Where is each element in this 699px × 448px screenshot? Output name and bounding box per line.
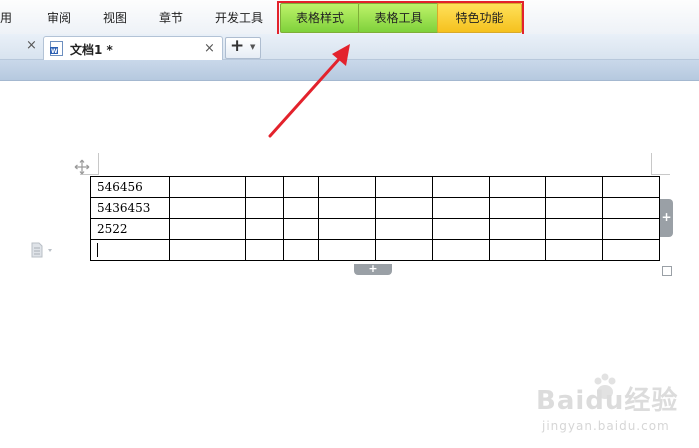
table-cell[interactable] <box>375 176 433 198</box>
document-tab-title: 文档1 * <box>70 43 113 57</box>
table-cell[interactable] <box>489 218 546 240</box>
menu-item-partial[interactable]: 用 <box>0 9 12 26</box>
table-cell[interactable] <box>169 239 246 261</box>
table-cell[interactable] <box>602 176 660 198</box>
table-cell[interactable] <box>169 197 246 219</box>
table-row: 546456 <box>90 176 660 198</box>
table-cell[interactable] <box>489 197 546 219</box>
table-cell[interactable] <box>318 239 376 261</box>
table-cell[interactable] <box>283 197 319 219</box>
new-tab-button[interactable]: + ▼ <box>225 36 261 59</box>
table-cell[interactable] <box>602 197 660 219</box>
table-cell[interactable] <box>245 176 284 198</box>
page-corner-mark <box>651 153 652 175</box>
table-cell[interactable] <box>602 239 660 261</box>
table-cell[interactable] <box>169 176 246 198</box>
menu-item-view[interactable]: 视图 <box>103 9 127 26</box>
tab-table-style[interactable]: 表格样式 <box>280 3 360 33</box>
table-cell[interactable] <box>245 197 284 219</box>
table-cell[interactable] <box>545 176 603 198</box>
table-cell[interactable] <box>375 218 433 240</box>
table-cell[interactable] <box>318 197 376 219</box>
table-row: 5436453 <box>90 197 660 219</box>
paragraph-layout-icon[interactable] <box>30 242 56 258</box>
table-move-icon[interactable] <box>74 159 90 175</box>
menu-item-developer-tools[interactable]: 开发工具 <box>215 9 263 26</box>
table-cell[interactable] <box>245 218 284 240</box>
table-cell[interactable] <box>545 218 603 240</box>
table-cell[interactable] <box>545 197 603 219</box>
ribbon-menubar: 用 审阅 视图 章节 开发工具 表格样式 表格工具 特色功能 <box>0 0 699 35</box>
table-cell[interactable] <box>283 218 319 240</box>
table-row: 2522 <box>90 218 660 240</box>
data-table: 546456 5436453 2522 <box>90 176 660 261</box>
table-cell[interactable] <box>375 197 433 219</box>
word-document-icon: W <box>50 41 63 56</box>
table-resize-handle[interactable] <box>662 266 672 276</box>
page-corner-mark <box>98 153 99 175</box>
table-cell[interactable]: 546456 <box>90 176 170 198</box>
watermark-brand: Baidu经验 <box>536 386 679 416</box>
table-cell[interactable] <box>489 239 546 261</box>
baidu-watermark: Baidu经验 jingyan.baidu.com <box>528 370 698 448</box>
page-corner-mark <box>651 174 670 175</box>
table-cell[interactable] <box>318 218 376 240</box>
menu-item-review[interactable]: 审阅 <box>47 9 71 26</box>
add-column-button[interactable]: + <box>660 199 673 237</box>
chevron-down-icon[interactable]: ▼ <box>250 43 255 51</box>
table-cell[interactable] <box>432 176 490 198</box>
tab-table-tools[interactable]: 表格工具 <box>358 3 439 33</box>
watermark-url: jingyan.baidu.com <box>542 419 670 433</box>
annotation-arrow <box>268 44 350 138</box>
menu-item-chapter[interactable]: 章节 <box>159 9 183 26</box>
table-cell-active[interactable] <box>90 239 170 261</box>
text-cursor <box>97 243 98 258</box>
close-icon[interactable]: × <box>26 38 37 53</box>
table-cell[interactable] <box>375 239 433 261</box>
table-cell[interactable] <box>318 176 376 198</box>
table-cell[interactable] <box>432 197 490 219</box>
table-cell[interactable] <box>169 218 246 240</box>
table-cell[interactable] <box>489 176 546 198</box>
add-row-button[interactable]: + <box>354 263 392 275</box>
table-cell[interactable] <box>245 239 284 261</box>
plus-icon: + <box>230 36 245 56</box>
table-cell[interactable] <box>283 176 319 198</box>
table-cell[interactable]: 2522 <box>90 218 170 240</box>
table-cell[interactable] <box>432 218 490 240</box>
table-cell[interactable] <box>432 239 490 261</box>
tab-special-features[interactable]: 特色功能 <box>437 3 522 33</box>
table-cell[interactable] <box>283 239 319 261</box>
svg-text:W: W <box>51 48 58 55</box>
close-icon[interactable]: × <box>204 41 215 56</box>
document-tab[interactable]: W 文档1 * × <box>43 36 223 60</box>
table-row <box>90 239 660 261</box>
table-cell[interactable]: 5436453 <box>90 197 170 219</box>
table-cell[interactable] <box>545 239 603 261</box>
table-cell[interactable] <box>602 218 660 240</box>
